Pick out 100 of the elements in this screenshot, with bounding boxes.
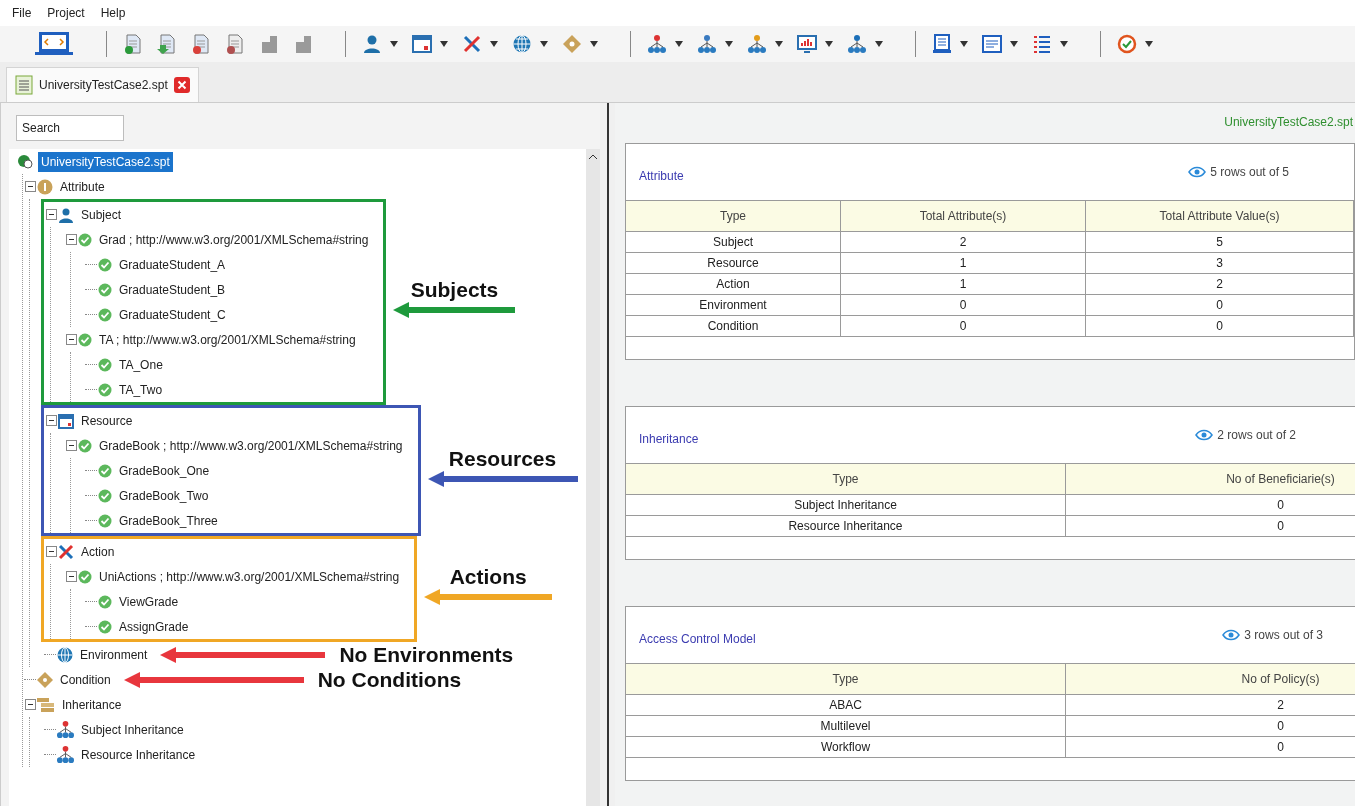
table-cell: 2 bbox=[841, 232, 1086, 253]
caret-icon[interactable] bbox=[490, 41, 498, 47]
add-document-icon[interactable] bbox=[123, 34, 143, 54]
import-document-icon[interactable] bbox=[157, 34, 177, 54]
collapse-icon[interactable] bbox=[45, 209, 57, 220]
collapse-icon[interactable] bbox=[65, 571, 77, 582]
caret-icon[interactable] bbox=[960, 41, 968, 47]
caret-icon[interactable] bbox=[725, 41, 733, 47]
check-circle-icon bbox=[98, 513, 112, 528]
table-cell: 0 bbox=[1066, 495, 1355, 516]
tree-item[interactable]: Inheritance bbox=[59, 694, 125, 715]
hierarchy-icon[interactable] bbox=[647, 34, 667, 54]
table-cell: 0 bbox=[1066, 737, 1355, 758]
check-circle-icon bbox=[98, 594, 112, 609]
rows-count: 5 rows out of 5 bbox=[1210, 165, 1289, 179]
menu-item[interactable]: File bbox=[12, 6, 32, 20]
tree-item[interactable]: GraduateStudent_C bbox=[116, 304, 229, 325]
clock-icon[interactable] bbox=[1117, 34, 1137, 54]
tree-item[interactable]: GradeBook ; http://www.w3.org/2001/XMLSchema#string bbox=[96, 435, 406, 456]
eye-icon bbox=[1222, 629, 1241, 641]
remove-document-icon[interactable] bbox=[225, 34, 245, 54]
menu-item[interactable]: Help bbox=[100, 6, 126, 20]
caret-icon[interactable] bbox=[875, 41, 883, 47]
laptop-icon[interactable] bbox=[34, 30, 74, 58]
tree-item[interactable]: UniversityTestCase2.spt bbox=[38, 151, 173, 172]
globe-icon[interactable] bbox=[512, 34, 532, 54]
tree-item[interactable]: Subject Inheritance bbox=[78, 719, 187, 740]
caret-icon[interactable] bbox=[540, 41, 548, 47]
tree-item[interactable]: Subject bbox=[78, 204, 125, 225]
caret-icon[interactable] bbox=[1145, 41, 1153, 47]
collapse-icon[interactable] bbox=[24, 181, 36, 192]
scroll-up-icon[interactable] bbox=[588, 153, 598, 161]
form-icon[interactable] bbox=[982, 34, 1002, 54]
collapse-icon[interactable] bbox=[65, 440, 77, 451]
close-icon[interactable] bbox=[173, 77, 190, 93]
tools-icon bbox=[58, 543, 74, 560]
table-cell: 0 bbox=[1086, 295, 1354, 316]
column-header: Type bbox=[626, 464, 1066, 495]
hierarchy-icon[interactable] bbox=[747, 34, 767, 54]
document-tab[interactable]: UniversityTestCase2.spt bbox=[6, 67, 199, 102]
caret-icon[interactable] bbox=[590, 41, 598, 47]
caret-icon[interactable] bbox=[675, 41, 683, 47]
tree-item[interactable]: UniActions ; http://www.w3.org/2001/XMLSchema#string bbox=[96, 566, 403, 587]
caret-icon[interactable] bbox=[1010, 41, 1018, 47]
tree-item[interactable]: TA_One bbox=[116, 354, 166, 375]
tree-item[interactable]: Condition bbox=[57, 669, 114, 690]
report-icon[interactable] bbox=[932, 34, 952, 54]
check-circle-icon bbox=[98, 463, 112, 478]
collapse-icon[interactable] bbox=[65, 234, 77, 245]
search-field[interactable]: Search bbox=[16, 115, 124, 141]
file-name: UniversityTestCase2.spt bbox=[1224, 115, 1353, 129]
document-icon[interactable] bbox=[259, 34, 279, 54]
collapse-icon[interactable] bbox=[65, 334, 77, 345]
tree-item[interactable]: GradeBook_Two bbox=[116, 485, 212, 506]
callout-label: Resources bbox=[448, 446, 557, 471]
calendar-icon[interactable] bbox=[412, 34, 432, 54]
remove-document-icon[interactable] bbox=[191, 34, 211, 54]
person-icon[interactable] bbox=[362, 34, 382, 54]
tree-item[interactable]: GradeBook_One bbox=[116, 460, 213, 481]
hierarchy-icon[interactable] bbox=[847, 34, 867, 54]
collapse-icon[interactable] bbox=[45, 415, 57, 426]
column-header: No of Beneficiarie(s) bbox=[1066, 464, 1355, 495]
table-cell: Resource bbox=[626, 253, 841, 274]
tree-item[interactable]: Resource bbox=[78, 410, 136, 431]
table-cell: Multilevel bbox=[626, 716, 1066, 737]
chart-monitor-icon[interactable] bbox=[797, 34, 817, 54]
tree-item[interactable]: GraduateStudent_A bbox=[116, 254, 229, 275]
caret-icon[interactable] bbox=[825, 41, 833, 47]
person-icon bbox=[58, 206, 74, 223]
callout-label: No Conditions bbox=[317, 667, 462, 692]
tree-item[interactable]: Grad ; http://www.w3.org/2001/XMLSchema#string bbox=[96, 229, 372, 250]
caret-icon[interactable] bbox=[1060, 41, 1068, 47]
card-title: Attribute bbox=[639, 169, 684, 183]
table-cell: 0 bbox=[1086, 316, 1354, 337]
hierarchy-icon[interactable] bbox=[697, 34, 717, 54]
tree-item[interactable]: TA_Two bbox=[116, 379, 166, 400]
tree-item[interactable]: AssignGrade bbox=[116, 616, 192, 637]
scrollbar[interactable] bbox=[586, 149, 600, 806]
caret-icon[interactable] bbox=[390, 41, 398, 47]
eye-icon bbox=[1195, 429, 1214, 441]
tree-item[interactable]: Resource Inheritance bbox=[78, 744, 199, 765]
tree-item[interactable]: Attribute bbox=[57, 176, 108, 197]
document-icon[interactable] bbox=[293, 34, 313, 54]
collapse-icon[interactable] bbox=[45, 546, 57, 557]
tree-item[interactable]: GraduateStudent_B bbox=[116, 279, 229, 300]
tree-item[interactable]: Environment bbox=[77, 644, 151, 665]
caret-icon[interactable] bbox=[775, 41, 783, 47]
menu-item[interactable]: Project bbox=[47, 6, 85, 20]
tree-item[interactable]: TA ; http://www.w3.org/2001/XMLSchema#string bbox=[96, 329, 359, 350]
collapse-icon[interactable] bbox=[24, 699, 36, 710]
tree-item[interactable]: Action bbox=[78, 541, 118, 562]
tree-item[interactable]: GradeBook_Three bbox=[116, 510, 221, 531]
tree-item[interactable]: ViewGrade bbox=[116, 591, 182, 612]
callout-label: No Environments bbox=[339, 642, 514, 667]
caret-icon[interactable] bbox=[440, 41, 448, 47]
list-icon[interactable] bbox=[1032, 34, 1052, 54]
table-cell: 1 bbox=[841, 253, 1086, 274]
column-header: Type bbox=[626, 664, 1066, 695]
column-header: Type bbox=[626, 201, 841, 232]
tools-icon[interactable] bbox=[462, 34, 482, 54]
